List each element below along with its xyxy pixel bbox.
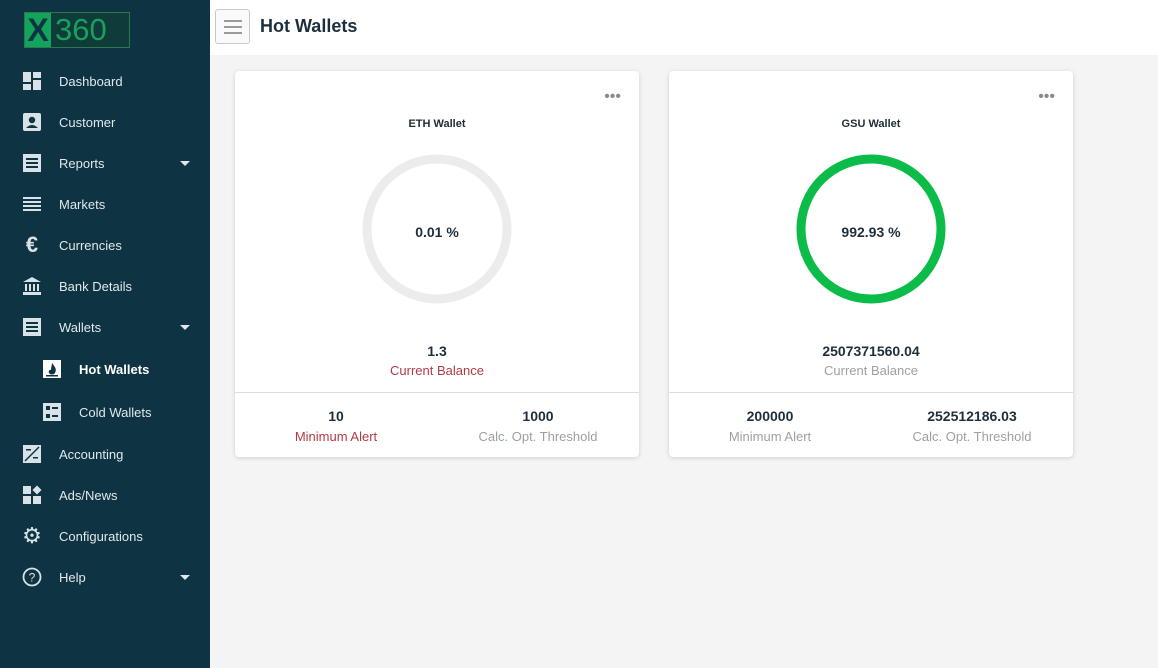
menu-line (223, 19, 242, 22)
svg-text:?: ? (29, 571, 36, 585)
sidebar-item-ads-news[interactable]: Ads/News (0, 477, 210, 513)
reports-icon (22, 153, 42, 173)
sidebar-item-label: Cold Wallets (79, 404, 152, 420)
sidebar-item-help[interactable]: ? Help (0, 559, 210, 595)
threshold-stat: 252512186.03 Calc. Opt. Threshold (871, 408, 1073, 444)
chevron-down-icon[interactable] (180, 160, 190, 166)
ads-icon (22, 485, 42, 505)
sidebar-item-currencies[interactable]: € Currencies (0, 227, 210, 263)
help-icon: ? (22, 567, 42, 587)
wallet-card-eth: ••• ETH Wallet 0.01 % 1.3 Current Balanc… (235, 71, 639, 457)
euro-icon: € (25, 232, 39, 257)
sidebar-item-accounting[interactable]: Accounting (0, 436, 210, 472)
dashboard-icon (22, 71, 42, 91)
sidebar-item-label: Configurations (59, 528, 143, 544)
sidebar-item-dashboard[interactable]: Dashboard (0, 63, 210, 99)
wallet-name: GSU Wallet (841, 118, 901, 130)
menu-line (223, 31, 242, 34)
sidebar-item-label: Bank Details (59, 278, 132, 294)
threshold-value: 1000 (522, 408, 554, 424)
logo-number: 360 (55, 12, 107, 47)
percent-label: 0.01 % (415, 224, 459, 240)
sidebar-item-hot-wallets[interactable]: Hot Wallets (0, 351, 210, 387)
sidebar-item-label: Customer (59, 114, 116, 130)
sidebar-item-label: Wallets (59, 319, 102, 335)
app-logo[interactable]: X 360 (24, 12, 130, 48)
card-divider (235, 392, 639, 393)
logo-x: X (25, 13, 51, 47)
threshold-stat: 1000 Calc. Opt. Threshold (437, 408, 639, 444)
sidebar-item-label: Reports (59, 155, 105, 171)
minimum-alert-value: 200000 (746, 408, 794, 424)
current-balance-value: 1.3 (427, 343, 447, 359)
gear-icon: ⚙ (22, 523, 42, 548)
threshold-label: Calc. Opt. Threshold (478, 429, 598, 444)
bank-icon (22, 276, 42, 296)
sidebar-item-label: Ads/News (59, 487, 118, 503)
chevron-down-icon[interactable] (180, 574, 190, 580)
current-balance-label: Current Balance (390, 363, 484, 378)
minimum-alert-value: 10 (328, 408, 344, 424)
wallet-card-gsu: ••• GSU Wallet 992.93 % 2507371560.04 Cu… (669, 71, 1073, 457)
hot-wallet-icon (42, 359, 62, 379)
markets-icon (22, 194, 42, 214)
minimum-alert-stat: 10 Minimum Alert (235, 408, 437, 444)
sidebar-item-label: Markets (59, 196, 106, 212)
accounting-icon (22, 444, 42, 464)
minimum-alert-label: Minimum Alert (728, 429, 812, 444)
minimum-alert-label: Minimum Alert (294, 429, 378, 444)
wallet-name: ETH Wallet (408, 118, 466, 130)
customer-icon (22, 112, 42, 132)
top-header: Hot Wallets (210, 0, 1158, 55)
sidebar-item-label: Accounting (59, 446, 124, 462)
threshold-value: 252512186.03 (927, 408, 1017, 424)
sidebar-item-label: Currencies (59, 237, 122, 253)
sidebar: X 360 Dashboard Customer Reports Markets… (0, 0, 210, 668)
hamburger-menu-button[interactable] (215, 9, 250, 44)
minimum-alert-stat: 200000 Minimum Alert (669, 408, 871, 444)
sidebar-item-bank-details[interactable]: Bank Details (0, 268, 210, 304)
sidebar-item-label: Hot Wallets (79, 361, 150, 377)
sidebar-item-reports[interactable]: Reports (0, 145, 210, 181)
sidebar-item-label: Help (59, 569, 86, 585)
menu-line (223, 25, 242, 28)
cold-wallet-icon (42, 402, 62, 422)
sidebar-item-label: Dashboard (59, 73, 123, 89)
sidebar-item-markets[interactable]: Markets (0, 186, 210, 222)
percent-label: 992.93 % (841, 224, 901, 240)
card-divider (669, 392, 1073, 393)
page-title: Hot Wallets (260, 16, 358, 36)
sidebar-item-configurations[interactable]: ⚙ Configurations (0, 518, 210, 554)
sidebar-item-customer[interactable]: Customer (0, 104, 210, 140)
current-balance-value: 2507371560.04 (822, 343, 920, 359)
more-options-icon[interactable]: ••• (1038, 89, 1055, 105)
chevron-down-icon[interactable] (180, 324, 190, 330)
more-options-icon[interactable]: ••• (604, 89, 621, 105)
wallets-icon (22, 317, 42, 337)
sidebar-item-cold-wallets[interactable]: Cold Wallets (0, 394, 210, 430)
threshold-label: Calc. Opt. Threshold (912, 429, 1032, 444)
sidebar-item-wallets[interactable]: Wallets (0, 309, 210, 345)
current-balance-label: Current Balance (824, 363, 918, 378)
